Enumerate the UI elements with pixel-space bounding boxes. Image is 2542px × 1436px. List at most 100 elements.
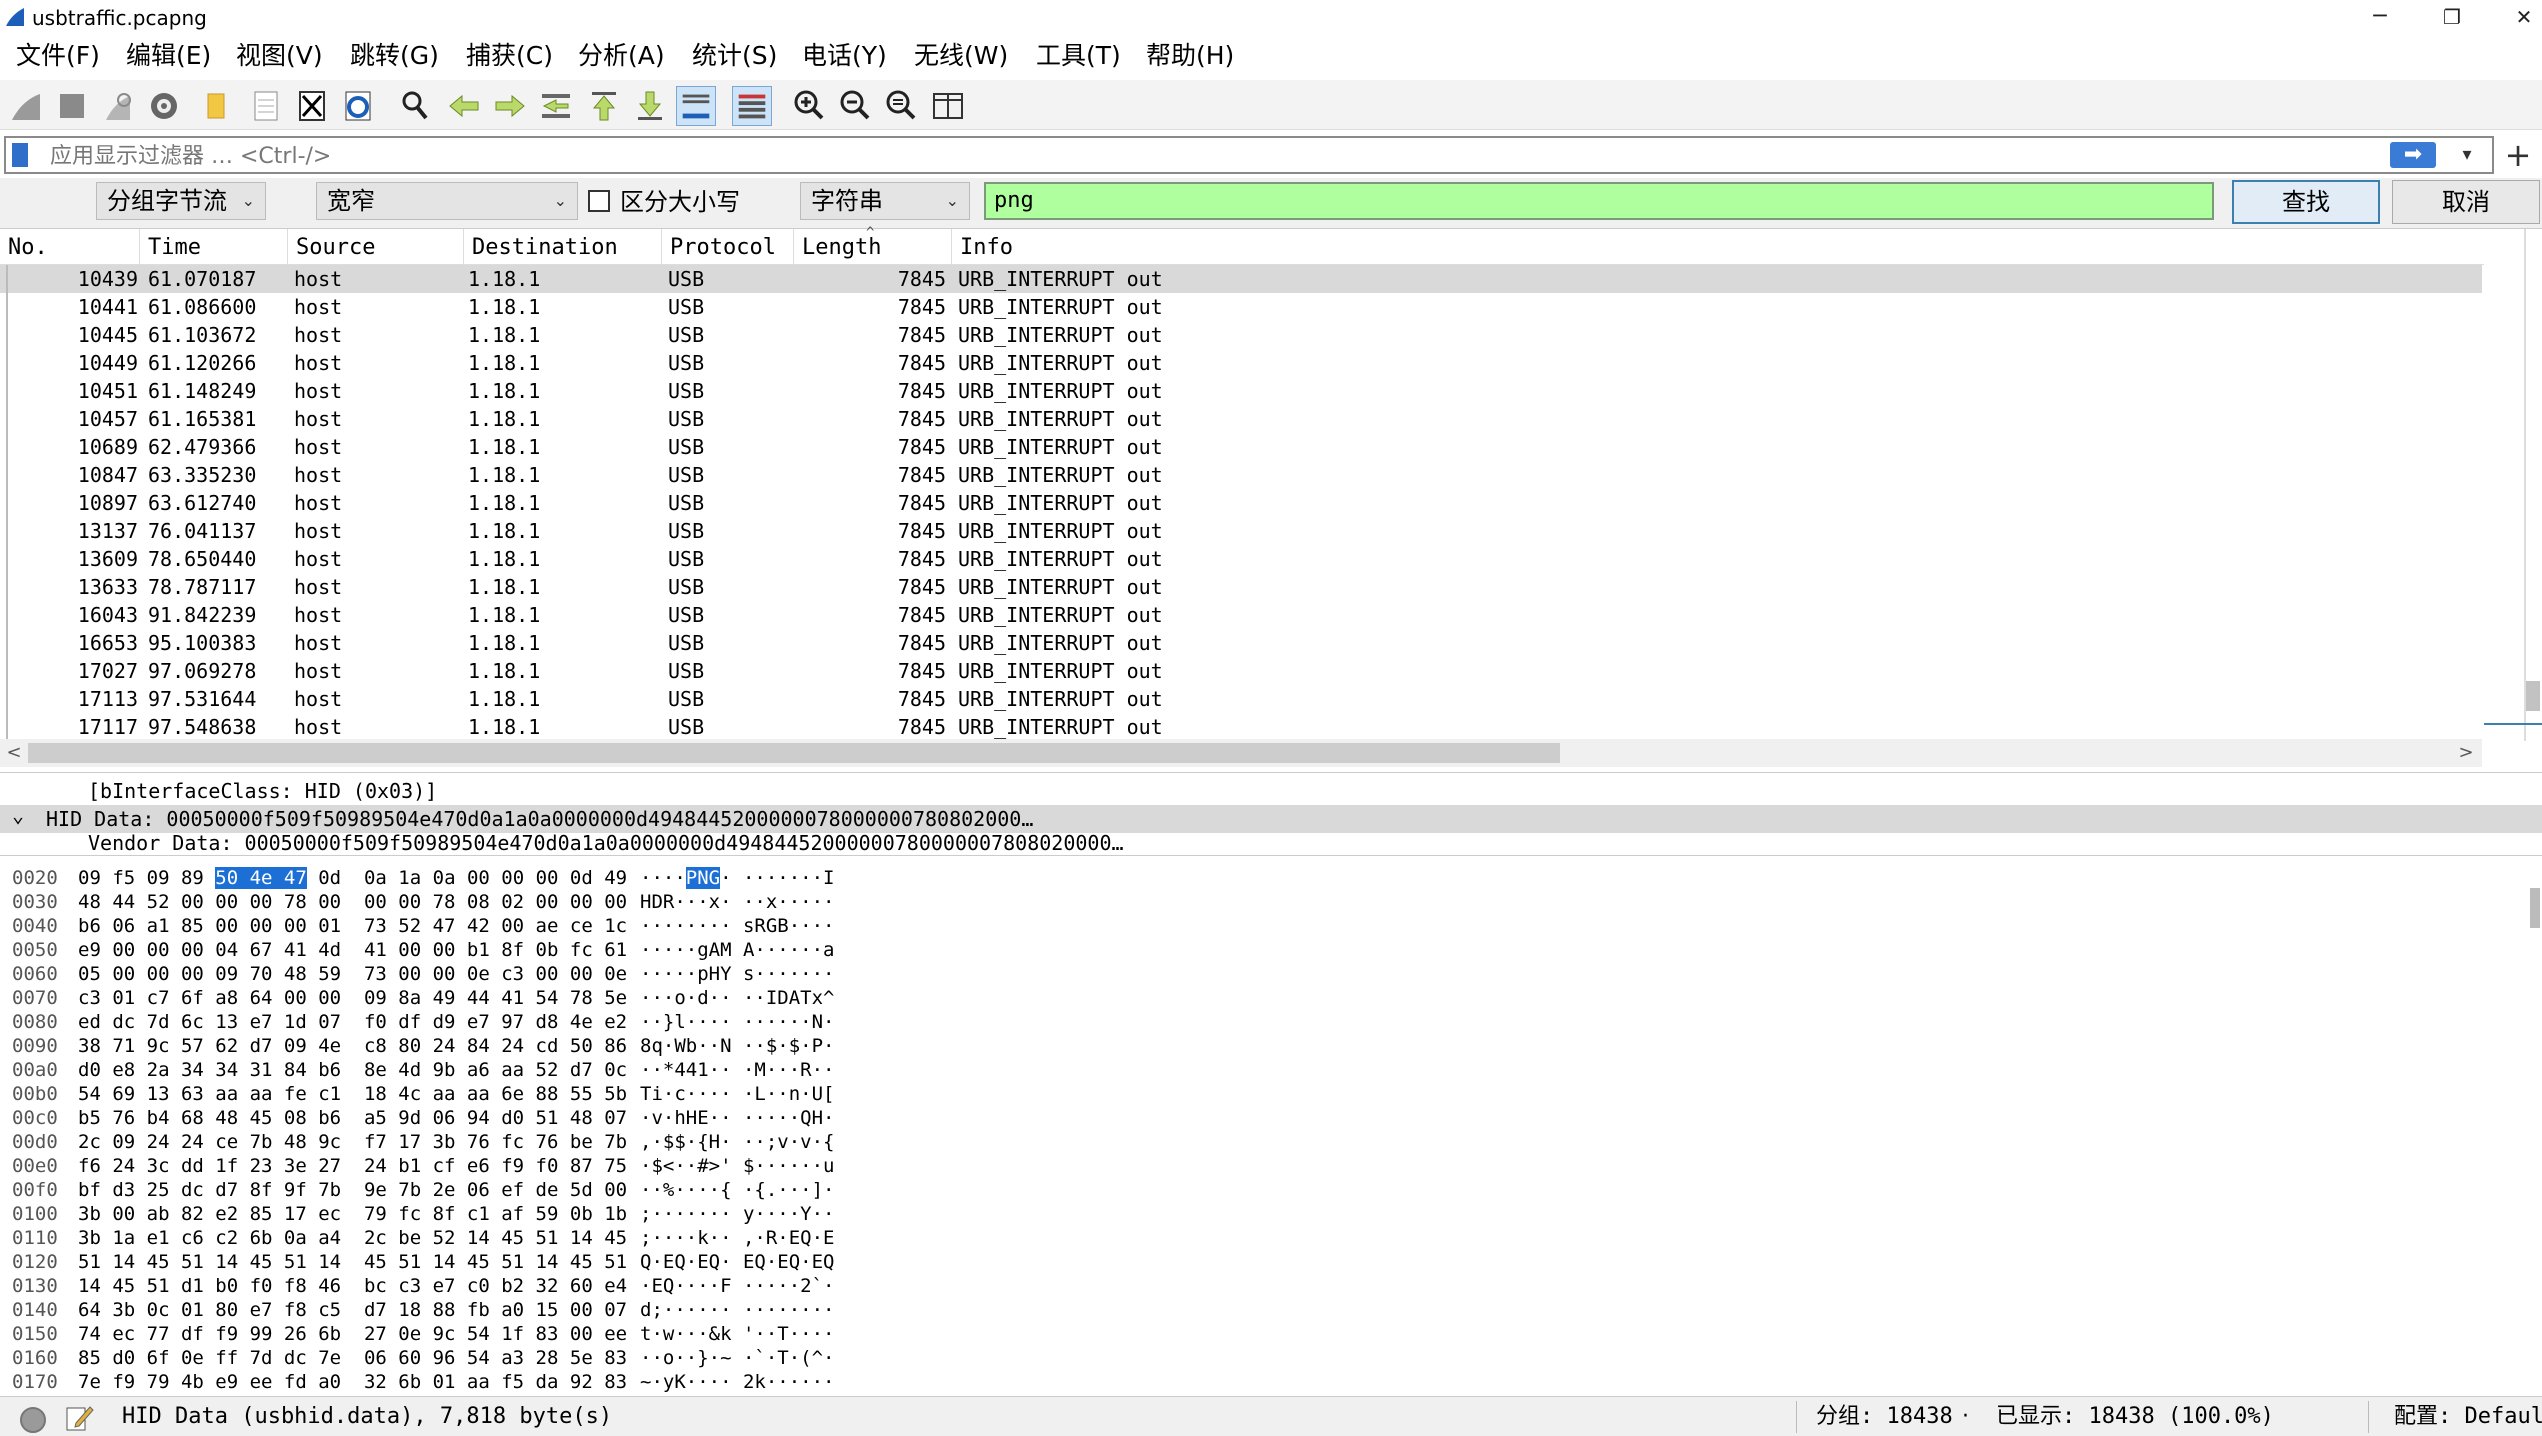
- hex-bytes[interactable]: 05 00 00 00 09 70 48 59 73 00 00 0e c3 0…: [78, 962, 627, 986]
- normal-size-icon[interactable]: [882, 86, 922, 126]
- hex-bytes[interactable]: bf d3 25 dc d7 8f 9f 7b 9e 7b 2e 06 ef d…: [78, 1178, 627, 1202]
- start-capture-fin-icon[interactable]: [6, 86, 46, 126]
- column-header-time[interactable]: Time: [140, 229, 288, 265]
- filter-history-dropdown-icon[interactable]: ▾: [2452, 140, 2482, 170]
- minimize-button[interactable]: ─: [2352, 0, 2408, 34]
- ascii-bytes[interactable]: d;······ ········: [640, 1298, 834, 1322]
- display-filter-input[interactable]: [50, 140, 2380, 172]
- packet-row-selected[interactable]: 10439 61.070187 host 1.18.1 USB 7845 URB_INTER…: [0, 265, 2482, 293]
- hex-bytes[interactable]: 09 f5 09 89 50 4e 47 0d 0a 1a 0a 00 00 0…: [78, 866, 627, 890]
- stop-capture-icon[interactable]: [52, 86, 92, 126]
- ascii-bytes[interactable]: ·v·hHE·· ·····QH·: [640, 1106, 834, 1130]
- hex-bytes[interactable]: e9 00 00 00 04 67 41 4d 41 00 00 b1 8f 0…: [78, 938, 627, 962]
- hex-bytes[interactable]: ed dc 7d 6c 13 e7 1d 07 f0 df d9 e7 97 d…: [78, 1010, 627, 1034]
- menu-wireless[interactable]: 无线(W): [914, 38, 1008, 74]
- scroll-left-arrow-icon[interactable]: <: [2, 739, 26, 767]
- packet-row[interactable]: 10689 62.479366 host 1.18.1 USB 7845 URB_INTER…: [0, 433, 2482, 461]
- hex-bytes[interactable]: 85 d0 6f 0e ff 7d dc 7e 06 60 96 54 a3 2…: [78, 1346, 627, 1370]
- menu-analyze[interactable]: 分析(A): [578, 38, 665, 74]
- packet-row[interactable]: 17027 97.069278 host 1.18.1 USB 7845 URB_INTER…: [0, 657, 2482, 685]
- packet-list-horizontal-scrollbar[interactable]: < >: [0, 739, 2482, 767]
- ascii-bytes[interactable]: ·$<··#>' $······u: [640, 1154, 834, 1178]
- packet-row[interactable]: 13633 78.787117 host 1.18.1 USB 7845 URB_INTER…: [0, 573, 2482, 601]
- menu-view[interactable]: 视图(V): [236, 38, 323, 74]
- ascii-bytes[interactable]: ·····gAM A······a: [640, 938, 834, 962]
- packet-row[interactable]: 13137 76.041137 host 1.18.1 USB 7845 URB_INTER…: [0, 517, 2482, 545]
- capture-comment-pencil-icon[interactable]: [64, 1403, 94, 1433]
- ascii-bytes[interactable]: ·EQ····F ·····2`·: [640, 1274, 834, 1298]
- packet-row[interactable]: 10445 61.103672 host 1.18.1 USB 7845 URB_INTER…: [0, 321, 2482, 349]
- detail-row[interactable]: [bInterfaceClass: HID (0x03)]: [0, 777, 2542, 805]
- hex-bytes[interactable]: f6 24 3c dd 1f 23 3e 27 24 b1 cf e6 f9 f…: [78, 1154, 627, 1178]
- apply-filter-arrow-icon[interactable]: ➡: [2390, 142, 2436, 168]
- maximize-button[interactable]: ❐: [2424, 0, 2480, 34]
- ascii-bytes[interactable]: ···o·d·· ··IDATx^: [640, 986, 834, 1010]
- hex-bytes[interactable]: 2c 09 24 24 ce 7b 48 9c f7 17 3b 76 fc 7…: [78, 1130, 627, 1154]
- packet-row[interactable]: 10847 63.335230 host 1.18.1 USB 7845 URB_INTER…: [0, 461, 2482, 489]
- menu-file[interactable]: 文件(F): [16, 38, 100, 74]
- packet-row[interactable]: 16653 95.100383 host 1.18.1 USB 7845 URB_INTER…: [0, 629, 2482, 657]
- capture-options-gear-icon[interactable]: [144, 86, 184, 126]
- go-forward-icon[interactable]: [490, 86, 530, 126]
- zoom-in-icon[interactable]: [790, 86, 830, 126]
- expand-chevron-icon[interactable]: ⌄: [12, 801, 24, 829]
- search-type-select[interactable]: 字符串 ⌄: [800, 182, 970, 220]
- ascii-bytes[interactable]: HDR···x· ··x·····: [640, 890, 834, 914]
- column-header-protocol[interactable]: Protocol: [662, 229, 794, 265]
- bytes-vertical-scrollbar[interactable]: [2528, 862, 2542, 1396]
- ascii-bytes[interactable]: ··*441·· ·M···R··: [640, 1058, 834, 1082]
- find-text-input[interactable]: png: [984, 182, 2214, 220]
- close-button[interactable]: ✕: [2496, 0, 2542, 34]
- expert-info-icon[interactable]: [20, 1407, 46, 1433]
- hex-bytes[interactable]: 64 3b 0c 01 80 e7 f8 c5 d7 18 88 fb a0 1…: [78, 1298, 627, 1322]
- hex-bytes[interactable]: b6 06 a1 85 00 00 00 01 73 52 47 42 00 a…: [78, 914, 627, 938]
- ascii-bytes[interactable]: 8q·Wb··N ··$·$·P·: [640, 1034, 834, 1058]
- ascii-bytes[interactable]: ··o··}·~ ·`·T·(^·: [640, 1346, 834, 1370]
- menu-edit[interactable]: 编辑(E): [126, 38, 211, 74]
- menu-help[interactable]: 帮助(H): [1146, 38, 1234, 74]
- scroll-right-arrow-icon[interactable]: >: [2454, 739, 2478, 767]
- hex-bytes[interactable]: 3b 00 ab 82 e2 85 17 ec 79 fc 8f c1 af 5…: [78, 1202, 627, 1226]
- menu-capture[interactable]: 捕获(C): [466, 38, 553, 74]
- packet-row[interactable]: 13609 78.650440 host 1.18.1 USB 7845 URB_INTER…: [0, 545, 2482, 573]
- auto-scroll-icon[interactable]: [676, 86, 716, 126]
- hex-bytes[interactable]: 38 71 9c 57 62 d7 09 4e c8 80 24 84 24 c…: [78, 1034, 627, 1058]
- restart-capture-icon[interactable]: [98, 86, 138, 126]
- column-header-no[interactable]: No.: [0, 229, 140, 265]
- hex-bytes[interactable]: b5 76 b4 68 48 45 08 b6 a5 9d 06 94 d0 5…: [78, 1106, 627, 1130]
- ascii-bytes[interactable]: Q·EQ·EQ· EQ·EQ·EQ: [640, 1250, 834, 1274]
- ascii-bytes[interactable]: ··%····{ ·{.···]·: [640, 1178, 834, 1202]
- find-packet-icon[interactable]: [396, 86, 436, 126]
- colorize-list-icon[interactable]: [732, 86, 772, 126]
- menu-telephony[interactable]: 电话(Y): [802, 38, 887, 74]
- menu-go[interactable]: 跳转(G): [350, 38, 439, 74]
- menu-statistics[interactable]: 统计(S): [692, 38, 777, 74]
- ascii-bytes[interactable]: ;····k·· ,·R·EQ·E: [640, 1226, 834, 1250]
- hex-bytes[interactable]: 14 45 51 d1 b0 f0 f8 46 bc c3 e7 c0 b2 3…: [78, 1274, 627, 1298]
- cancel-find-button[interactable]: 取消: [2392, 180, 2540, 224]
- first-packet-icon[interactable]: [584, 86, 624, 126]
- packet-row[interactable]: 10457 61.165381 host 1.18.1 USB 7845 URB_INTER…: [0, 405, 2482, 433]
- open-file-folder-icon[interactable]: [198, 86, 238, 126]
- hex-bytes[interactable]: 48 44 52 00 00 00 78 00 00 00 78 08 02 0…: [78, 890, 627, 914]
- scroll-thumb[interactable]: [2526, 681, 2540, 711]
- find-button[interactable]: 查找: [2232, 180, 2380, 224]
- add-filter-button[interactable]: +: [2498, 136, 2538, 174]
- ascii-bytes[interactable]: Ti·c···· ·L··n·U[: [640, 1082, 834, 1106]
- ascii-bytes[interactable]: ~·yK···· 2k······: [640, 1370, 834, 1394]
- last-packet-icon[interactable]: [630, 86, 670, 126]
- resize-columns-icon[interactable]: [928, 86, 968, 126]
- save-file-icon[interactable]: [246, 86, 286, 126]
- packet-row[interactable]: 10449 61.120266 host 1.18.1 USB 7845 URB_INTER…: [0, 349, 2482, 377]
- go-back-icon[interactable]: [444, 86, 484, 126]
- hex-bytes[interactable]: 3b 1a e1 c6 c2 6b 0a a4 2c be 52 14 45 5…: [78, 1226, 627, 1250]
- ascii-bytes[interactable]: ·····pHY s·······: [640, 962, 834, 986]
- filter-bookmark-icon[interactable]: [12, 143, 28, 167]
- ascii-bytes[interactable]: ,·$$·{H· ··;v·v·{: [640, 1130, 834, 1154]
- hex-bytes[interactable]: c3 01 c7 6f a8 64 00 00 09 8a 49 44 41 5…: [78, 986, 627, 1010]
- ascii-bytes[interactable]: t·w···&k '··T····: [640, 1322, 834, 1346]
- hex-bytes[interactable]: d0 e8 2a 34 34 31 84 b6 8e 4d 9b a6 aa 5…: [78, 1058, 627, 1082]
- packet-row[interactable]: 10897 63.612740 host 1.18.1 USB 7845 URB_INTER…: [0, 489, 2482, 517]
- packet-list-vertical-scrollbar[interactable]: [2484, 229, 2542, 741]
- case-sensitive-checkbox[interactable]: [588, 190, 610, 212]
